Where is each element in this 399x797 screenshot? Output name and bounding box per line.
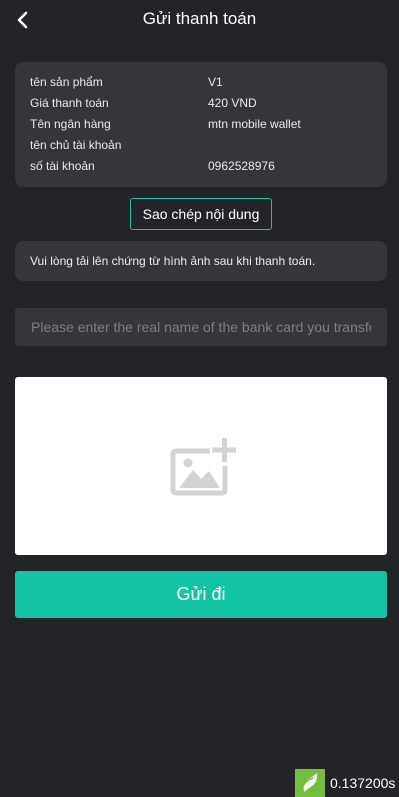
info-row-bank: Tên ngân hàng mtn mobile wallet	[30, 113, 372, 134]
info-value: mtn mobile wallet	[208, 116, 301, 131]
submit-button[interactable]: Gửi đi	[15, 571, 387, 618]
payment-info-card: tên sản phẩm V1 Giá thanh toán 420 VND T…	[15, 62, 387, 187]
info-label: tên sản phẩm	[30, 74, 103, 89]
add-image-icon	[170, 438, 236, 496]
info-row-account-number: số tài khoản 0962528976	[30, 155, 372, 176]
image-upload-area[interactable]	[15, 377, 387, 555]
info-label: tên chủ tài khoản	[30, 137, 122, 152]
timer-badge: 0.137200s	[295, 769, 399, 797]
info-value: 0962528976	[208, 158, 275, 173]
info-label: số tài khoản	[30, 158, 95, 173]
info-row-account-holder: tên chủ tài khoản	[30, 134, 372, 155]
upload-notice: Vui lòng tải lên chứng từ hình ảnh sau k…	[15, 241, 387, 281]
copy-content-button[interactable]: Sao chép nội dung	[130, 198, 272, 230]
info-value: 420 VND	[208, 95, 257, 110]
leaf-logo-icon	[295, 769, 325, 797]
timer-text: 0.137200s	[330, 775, 396, 791]
real-name-input[interactable]	[15, 308, 387, 346]
payment-page: Gửi thanh toán tên sản phẩm V1 Giá thanh…	[0, 0, 399, 797]
info-row-product: tên sản phẩm V1	[30, 71, 372, 92]
leaf-logo-glyph	[302, 773, 318, 792]
info-value: V1	[208, 74, 223, 89]
info-label: Tên ngân hàng	[30, 116, 111, 131]
header: Gửi thanh toán	[0, 0, 399, 40]
info-label: Giá thanh toán	[30, 95, 109, 110]
page-title: Gửi thanh toán	[142, 9, 257, 28]
info-row-price: Giá thanh toán 420 VND	[30, 92, 372, 113]
